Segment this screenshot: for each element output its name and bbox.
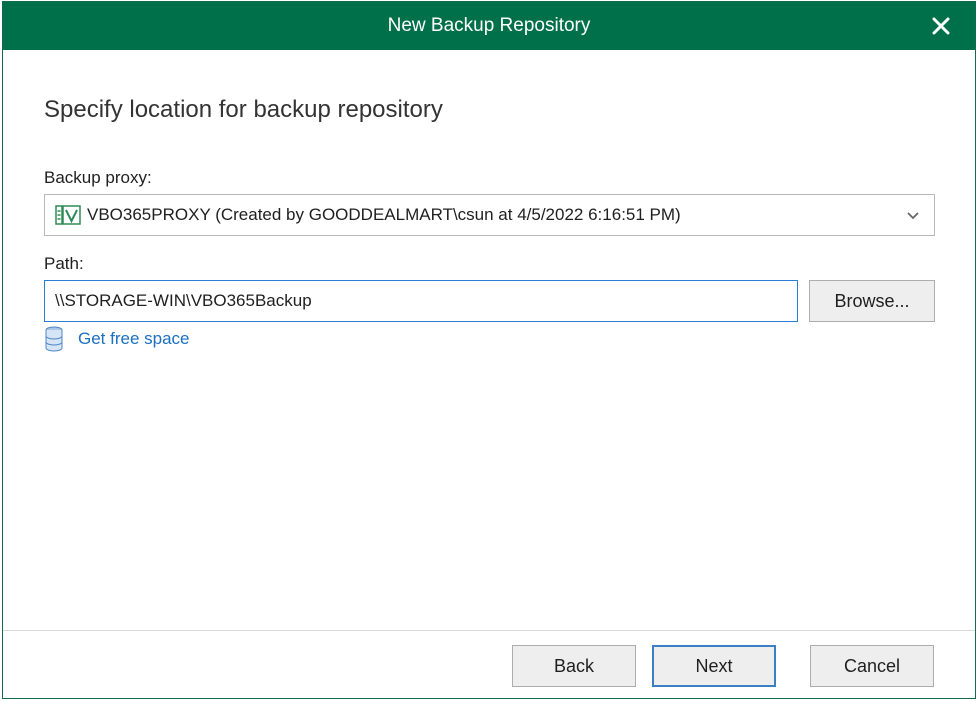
- back-button-label: Back: [553, 655, 595, 676]
- footer-divider: [3, 630, 975, 631]
- backup-proxy-value: VBO365PROXY (Created by GOODDEALMART\csu…: [87, 205, 681, 224]
- backup-proxy-select[interactable]: VBO365PROXY (Created by GOODDEALMART\csu…: [44, 194, 935, 236]
- browse-button-label: Browse...: [834, 290, 910, 311]
- cancel-button-label: Cancel: [843, 655, 901, 676]
- database-icon: [45, 326, 63, 352]
- back-button[interactable]: Back: [512, 645, 636, 687]
- title-bar: New Backup Repository: [3, 2, 975, 50]
- next-button[interactable]: Next: [652, 645, 776, 687]
- cancel-button[interactable]: Cancel: [810, 645, 934, 687]
- free-space-row: Get free space: [44, 326, 190, 352]
- window-title: New Backup Repository: [387, 15, 591, 36]
- path-label: Path:: [44, 254, 84, 273]
- close-icon[interactable]: [929, 14, 953, 38]
- path-input[interactable]: [44, 280, 798, 322]
- next-button-label: Next: [695, 655, 733, 676]
- get-free-space-link[interactable]: Get free space: [78, 329, 190, 349]
- vbo-proxy-icon: [55, 205, 81, 225]
- browse-button[interactable]: Browse...: [809, 280, 935, 322]
- chevron-down-icon[interactable]: [906, 209, 920, 223]
- page-heading: Specify location for backup repository: [44, 96, 443, 123]
- new-backup-repository-dialog: New Backup Repository Specify location f…: [2, 1, 976, 699]
- backup-proxy-label: Backup proxy:: [44, 168, 152, 187]
